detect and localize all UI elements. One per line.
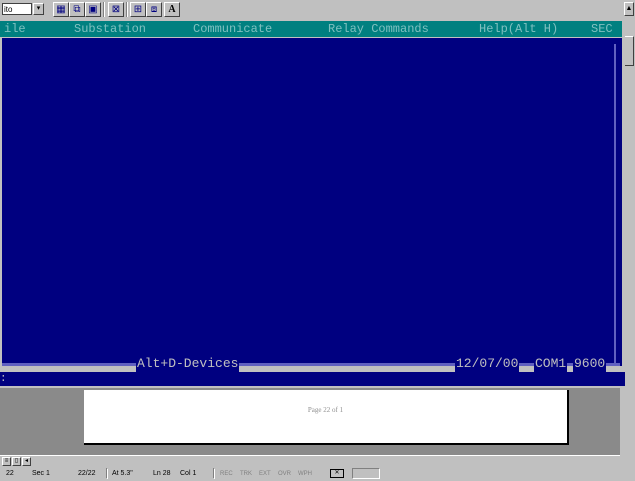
scroll-up-arrow-icon[interactable]: ▲ <box>624 2 634 16</box>
cascade-windows-icon[interactable]: ⧈ <box>146 2 162 17</box>
page-layout-view-icon[interactable]: ▯ <box>12 457 21 466</box>
terminal-status-line: Alt+D-Devices 12/07/00 COM1 9600 <box>0 356 622 372</box>
scroll-left-arrow-icon[interactable]: ◂ <box>22 457 31 466</box>
status-ovr[interactable]: OVR <box>278 469 291 479</box>
font-bold-a-icon[interactable]: A <box>164 2 180 17</box>
status-page-count: 22/22 <box>78 470 96 477</box>
font-combo-box[interactable]: ito <box>2 3 32 15</box>
menu-sec[interactable]: SEC <box>591 21 613 37</box>
window-icon[interactable]: ⊞ <box>130 2 146 17</box>
status-section: Sec 1 <box>32 470 50 477</box>
horizontal-scroll-bar: ≡ ▯ ◂ <box>0 455 620 467</box>
copy-icon[interactable]: ⧉ <box>69 2 85 17</box>
normal-view-icon[interactable]: ≡ <box>2 457 11 466</box>
toolbar: ito ▾ ▦ ⧉ ▣ ⊠ ⊞ ⧈ A <box>0 0 620 21</box>
command-prompt[interactable]: : <box>0 372 625 386</box>
toolbar-separator <box>126 2 128 17</box>
page-footer: Page 22 of 1 <box>307 406 344 414</box>
table-grid-icon[interactable]: ▦ <box>53 2 69 17</box>
status-ext[interactable]: EXT <box>259 469 271 479</box>
menu-relay-commands[interactable]: Relay Commands <box>328 21 429 37</box>
status-wph[interactable]: WPH <box>298 469 312 479</box>
spelling-book-icon[interactable]: ✕ <box>330 469 344 478</box>
dialog-icon[interactable]: ⊠ <box>108 2 124 17</box>
status-empty-panel <box>352 468 380 479</box>
status-position: At 5.3" <box>112 470 133 477</box>
terminal-menubar: ile Substation Communicate Relay Command… <box>0 21 622 37</box>
port-display: COM1 <box>534 356 568 372</box>
word-status-bar: 22 Sec 1 22/22 At 5.3" Ln 28 Col 1 REC T… <box>0 467 635 481</box>
toolbar-separator <box>103 2 105 17</box>
menu-help[interactable]: Help(Alt H) <box>479 21 558 37</box>
terminal-inner-panel <box>6 40 617 360</box>
document-page[interactable]: Page 22 of 1 <box>84 390 569 445</box>
combo-dropdown-arrow-icon[interactable]: ▾ <box>33 3 44 15</box>
terminal-border-right <box>614 44 616 364</box>
menu-communicate[interactable]: Communicate <box>193 21 272 37</box>
devices-hint: Alt+D-Devices <box>136 356 240 372</box>
menu-substation[interactable]: Substation <box>74 21 146 37</box>
prompt-text: : <box>0 373 7 385</box>
menu-file[interactable]: ile <box>4 21 26 37</box>
date-display: 12/07/00 <box>455 356 520 372</box>
status-line: Ln 28 <box>153 470 171 477</box>
vertical-scrollbar-thumb[interactable] <box>624 36 634 66</box>
status-rec[interactable]: REC <box>220 469 233 479</box>
status-trk[interactable]: TRK <box>240 469 252 479</box>
paste-icon[interactable]: ▣ <box>85 2 101 17</box>
baud-display: 9600 <box>573 356 607 372</box>
status-column: Col 1 <box>180 470 197 477</box>
status-divider <box>106 468 108 479</box>
status-divider <box>213 468 215 479</box>
status-page: 22 <box>6 470 14 477</box>
